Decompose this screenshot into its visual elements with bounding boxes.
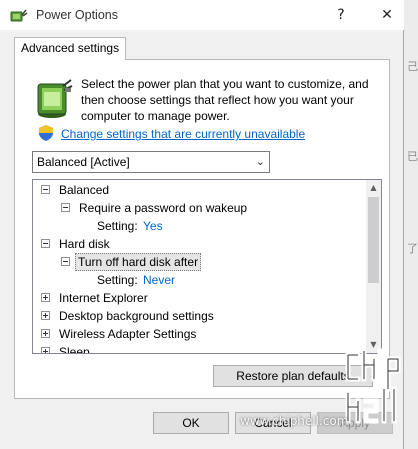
tree-item-label: Balanced [59, 183, 110, 197]
settings-tree-content: Balanced Require a password on wakeup Se… [33, 180, 366, 353]
scrollbar-thumb[interactable] [368, 197, 379, 283]
tree-item-label: Wireless Adapter Settings [59, 327, 197, 341]
tree-item-label: Turn off hard disk after [75, 253, 202, 271]
close-button[interactable]: ✕ [364, 0, 410, 30]
help-button[interactable]: ? [318, 0, 364, 30]
expand-icon[interactable] [41, 311, 50, 320]
intro-text: Select the power plan that you want to c… [81, 77, 369, 123]
expand-icon[interactable] [41, 329, 50, 338]
chiphell-watermark-logo [345, 348, 401, 424]
tree-item-label: Hard disk [59, 237, 110, 251]
setting-value[interactable]: Yes [143, 217, 163, 235]
chevron-down-icon: ⌄ [255, 155, 265, 168]
tree-scrollbar[interactable]: ▲ ▼ [366, 180, 381, 353]
tab-advanced-settings[interactable]: Advanced settings [14, 37, 127, 60]
power-options-app-icon [10, 9, 28, 22]
scroll-up-icon[interactable]: ▲ [366, 180, 381, 196]
ok-button[interactable]: OK [153, 412, 229, 434]
collapse-icon[interactable] [61, 203, 70, 212]
expand-icon[interactable] [41, 293, 50, 302]
tree-item-label: Sleep [59, 345, 90, 353]
setting-value[interactable]: Never [143, 271, 175, 289]
collapse-icon[interactable] [41, 239, 50, 248]
title-bar[interactable]: Power Options ? ✕ [0, 0, 404, 30]
tree-item-label: Desktop background settings [59, 309, 214, 323]
collapse-icon[interactable] [41, 185, 50, 194]
setting-label: Setting: [97, 273, 138, 287]
uac-shield-icon [39, 125, 53, 141]
battery-plan-icon [37, 79, 73, 118]
window-title: Power Options [36, 8, 118, 22]
tree-item-label: Internet Explorer [59, 291, 148, 305]
tree-item-label: Require a password on wakeup [79, 201, 248, 215]
watermark-url: www.chiphell.com [240, 414, 349, 428]
expand-icon[interactable] [41, 347, 50, 353]
setting-label: Setting: [97, 219, 138, 233]
settings-tree[interactable]: Balanced Require a password on wakeup Se… [32, 179, 382, 354]
collapse-icon[interactable] [61, 257, 70, 266]
plan-select[interactable]: Balanced [Active] ⌄ [32, 151, 270, 173]
advanced-settings-panel: Select the power plan that you want to c… [14, 59, 390, 399]
change-unavailable-settings-link[interactable]: Change settings that are currently unava… [61, 127, 305, 141]
plan-select-value: Balanced [Active] [37, 155, 130, 169]
